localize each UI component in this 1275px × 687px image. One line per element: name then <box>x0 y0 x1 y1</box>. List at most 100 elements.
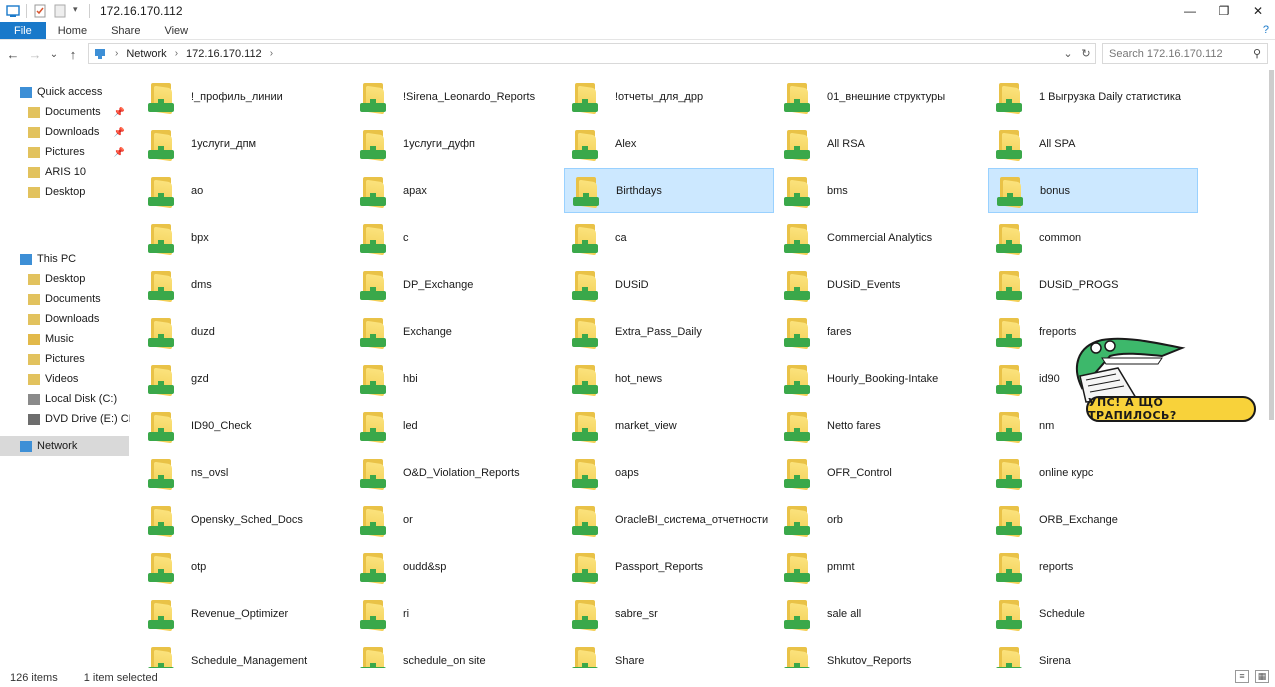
folder-item[interactable]: 01_внешние структуры <box>776 74 986 119</box>
tab-view[interactable]: View <box>152 22 200 39</box>
up-button[interactable]: ↑ <box>64 47 82 62</box>
new-folder-icon[interactable] <box>53 4 67 18</box>
folder-item[interactable]: DP_Exchange <box>352 262 562 307</box>
sidebar-item[interactable]: Desktop <box>0 182 129 202</box>
folder-item[interactable]: sale all <box>776 591 986 636</box>
customize-toolbar-chevron-icon[interactable]: ▾ <box>73 4 83 18</box>
sidebar-item[interactable]: Local Disk (C:) <box>0 389 129 409</box>
folder-item[interactable]: DUSiD <box>564 262 774 307</box>
pin-icon[interactable]: 📌 <box>114 107 125 118</box>
folder-item[interactable]: !отчеты_для_дрр <box>564 74 774 119</box>
folder-item[interactable]: ID90_Check <box>140 403 350 448</box>
sidebar-item[interactable]: Videos <box>0 369 129 389</box>
folder-item[interactable]: reports <box>988 544 1198 589</box>
breadcrumb-host[interactable]: 172.16.170.112 <box>186 48 262 60</box>
folder-item[interactable]: 1 Выгрузка Daily статистика <box>988 74 1198 119</box>
folder-item[interactable]: DUSiD_PROGS <box>988 262 1198 307</box>
folder-item[interactable]: Schedule <box>988 591 1198 636</box>
folder-item[interactable]: bonus <box>988 168 1198 213</box>
folder-item[interactable]: ri <box>352 591 562 636</box>
folder-item[interactable]: Share <box>564 638 774 668</box>
folder-item[interactable]: bpx <box>140 215 350 260</box>
folder-item[interactable]: c <box>352 215 562 260</box>
breadcrumb-separator-icon[interactable]: › <box>270 48 273 59</box>
folder-item[interactable]: ORB_Exchange <box>988 497 1198 542</box>
vertical-scrollbar[interactable] <box>1268 66 1275 666</box>
folder-item[interactable]: Birthdays <box>564 168 774 213</box>
folder-item[interactable]: apax <box>352 168 562 213</box>
sidebar-item[interactable]: Downloads <box>0 309 129 329</box>
folder-item[interactable]: DUSiD_Events <box>776 262 986 307</box>
close-button[interactable]: ✕ <box>1241 0 1275 22</box>
folder-item[interactable]: OracleBI_система_отчетности <box>564 497 774 542</box>
sidebar-item[interactable]: Desktop <box>0 269 129 289</box>
folder-item[interactable]: pmmt <box>776 544 986 589</box>
sidebar-item[interactable]: DVD Drive (E:) CDRO <box>0 409 130 429</box>
large-icons-view-icon[interactable]: ▦ <box>1255 670 1269 683</box>
folder-item[interactable]: orb <box>776 497 986 542</box>
folder-item[interactable]: 1услуги_дпм <box>140 121 350 166</box>
folder-item[interactable]: Exchange <box>352 309 562 354</box>
sidebar-item[interactable]: Documents 📌 <box>0 102 129 122</box>
scrollbar-thumb[interactable] <box>1269 70 1274 420</box>
folder-item[interactable]: ca <box>564 215 774 260</box>
folder-item[interactable]: O&D_Violation_Reports <box>352 450 562 495</box>
folder-item[interactable]: ns_ovsl <box>140 450 350 495</box>
folder-item[interactable]: or <box>352 497 562 542</box>
folder-item[interactable]: Sirena <box>988 638 1198 668</box>
maximize-button[interactable]: ❐ <box>1207 0 1241 22</box>
folder-item[interactable]: All RSA <box>776 121 986 166</box>
sidebar-item[interactable]: Quick access <box>0 82 129 102</box>
sidebar-item[interactable]: Network <box>0 436 129 456</box>
sidebar-item[interactable]: Documents <box>0 289 129 309</box>
folder-item[interactable]: Schedule_Management <box>140 638 350 668</box>
folder-item[interactable]: Shkutov_Reports <box>776 638 986 668</box>
folder-item[interactable]: bms <box>776 168 986 213</box>
folder-item[interactable]: duzd <box>140 309 350 354</box>
folder-item[interactable]: !Sirena_Leonardo_Reports <box>352 74 562 119</box>
tab-file[interactable]: File <box>0 22 46 39</box>
refresh-icon[interactable]: ↻ <box>1077 47 1095 60</box>
recent-locations-button[interactable]: ⌄ <box>48 49 60 60</box>
folder-item[interactable]: ao <box>140 168 350 213</box>
sidebar-item[interactable]: ARIS 10 <box>0 162 129 182</box>
details-view-icon[interactable]: ≡ <box>1235 670 1249 683</box>
breadcrumb-separator-icon[interactable]: › <box>175 48 178 59</box>
pin-icon[interactable]: 📌 <box>114 127 125 138</box>
folder-item[interactable]: OFR_Control <box>776 450 986 495</box>
folder-item[interactable]: oaps <box>564 450 774 495</box>
folder-item[interactable]: Passport_Reports <box>564 544 774 589</box>
forward-button[interactable]: → <box>26 47 44 62</box>
folder-item[interactable]: gzd <box>140 356 350 401</box>
folder-item[interactable]: otp <box>140 544 350 589</box>
folder-item[interactable]: schedule_on site <box>352 638 562 668</box>
folder-item[interactable]: Opensky_Sched_Docs <box>140 497 350 542</box>
folder-item[interactable]: All SPA <box>988 121 1198 166</box>
breadcrumb-separator-icon[interactable]: › <box>115 48 118 59</box>
folder-item[interactable]: led <box>352 403 562 448</box>
help-icon[interactable]: ? <box>1263 24 1269 36</box>
back-button[interactable]: ← <box>4 47 22 62</box>
sidebar-item[interactable]: Music <box>0 329 129 349</box>
folder-item[interactable]: fares <box>776 309 986 354</box>
folder-item[interactable]: market_view <box>564 403 774 448</box>
folder-item[interactable]: Commercial Analytics <box>776 215 986 260</box>
folder-item[interactable]: 1услуги_дуфп <box>352 121 562 166</box>
folder-item[interactable]: Extra_Pass_Daily <box>564 309 774 354</box>
sidebar-item[interactable]: This PC <box>0 249 129 269</box>
tab-share[interactable]: Share <box>99 22 152 39</box>
folder-item[interactable]: Alex <box>564 121 774 166</box>
folder-item[interactable]: !_профиль_линии <box>140 74 350 119</box>
sidebar-item[interactable]: Pictures 📌 <box>0 142 129 162</box>
folder-item[interactable]: sabre_sr <box>564 591 774 636</box>
folder-item[interactable]: oudd&sp <box>352 544 562 589</box>
folder-item[interactable]: Netto fares <box>776 403 986 448</box>
folder-item[interactable]: Hourly_Booking-Intake <box>776 356 986 401</box>
address-dropdown-icon[interactable]: ⌄ <box>1059 47 1077 60</box>
minimize-button[interactable]: — <box>1173 0 1207 22</box>
sidebar-item[interactable]: Pictures <box>0 349 129 369</box>
search-input[interactable]: Search 172.16.170.112 ⚲ <box>1102 43 1268 64</box>
tab-home[interactable]: Home <box>46 22 99 39</box>
folder-item[interactable]: hot_news <box>564 356 774 401</box>
breadcrumb-network[interactable]: Network <box>126 48 166 60</box>
